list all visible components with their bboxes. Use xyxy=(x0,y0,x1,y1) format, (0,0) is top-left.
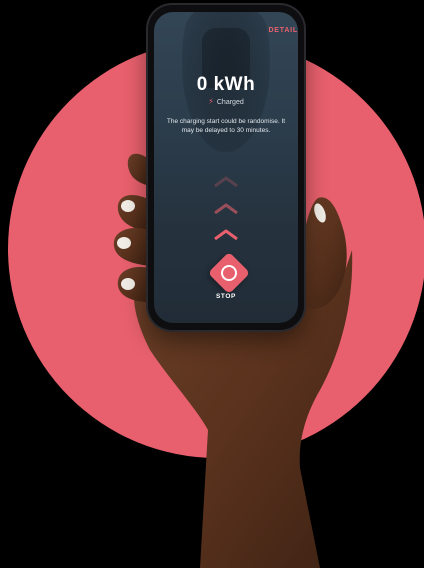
chevron-up-icon xyxy=(214,203,238,214)
detail-link[interactable]: DETAIL xyxy=(268,27,298,34)
charge-status-label: Charged xyxy=(216,99,244,106)
app-screen: DETAIL 0 kWh ⚡ Charged The charging start… xyxy=(154,12,298,323)
stop-label: STOP xyxy=(216,293,236,300)
circle-stop-icon xyxy=(221,265,237,281)
phone: DETAIL 0 kWh ⚡ Charged The charging start… xyxy=(148,5,304,330)
charging-message: The charging start could be randomise. I… xyxy=(166,118,286,134)
charge-status: ⚡ Charged xyxy=(154,97,298,106)
stop-button[interactable] xyxy=(207,251,251,295)
chevron-up-icon xyxy=(214,176,238,187)
chevron-up-icon xyxy=(214,229,238,240)
lightning-bolt-icon: ⚡ xyxy=(208,97,214,106)
energy-value: 0 kWh xyxy=(196,74,256,95)
